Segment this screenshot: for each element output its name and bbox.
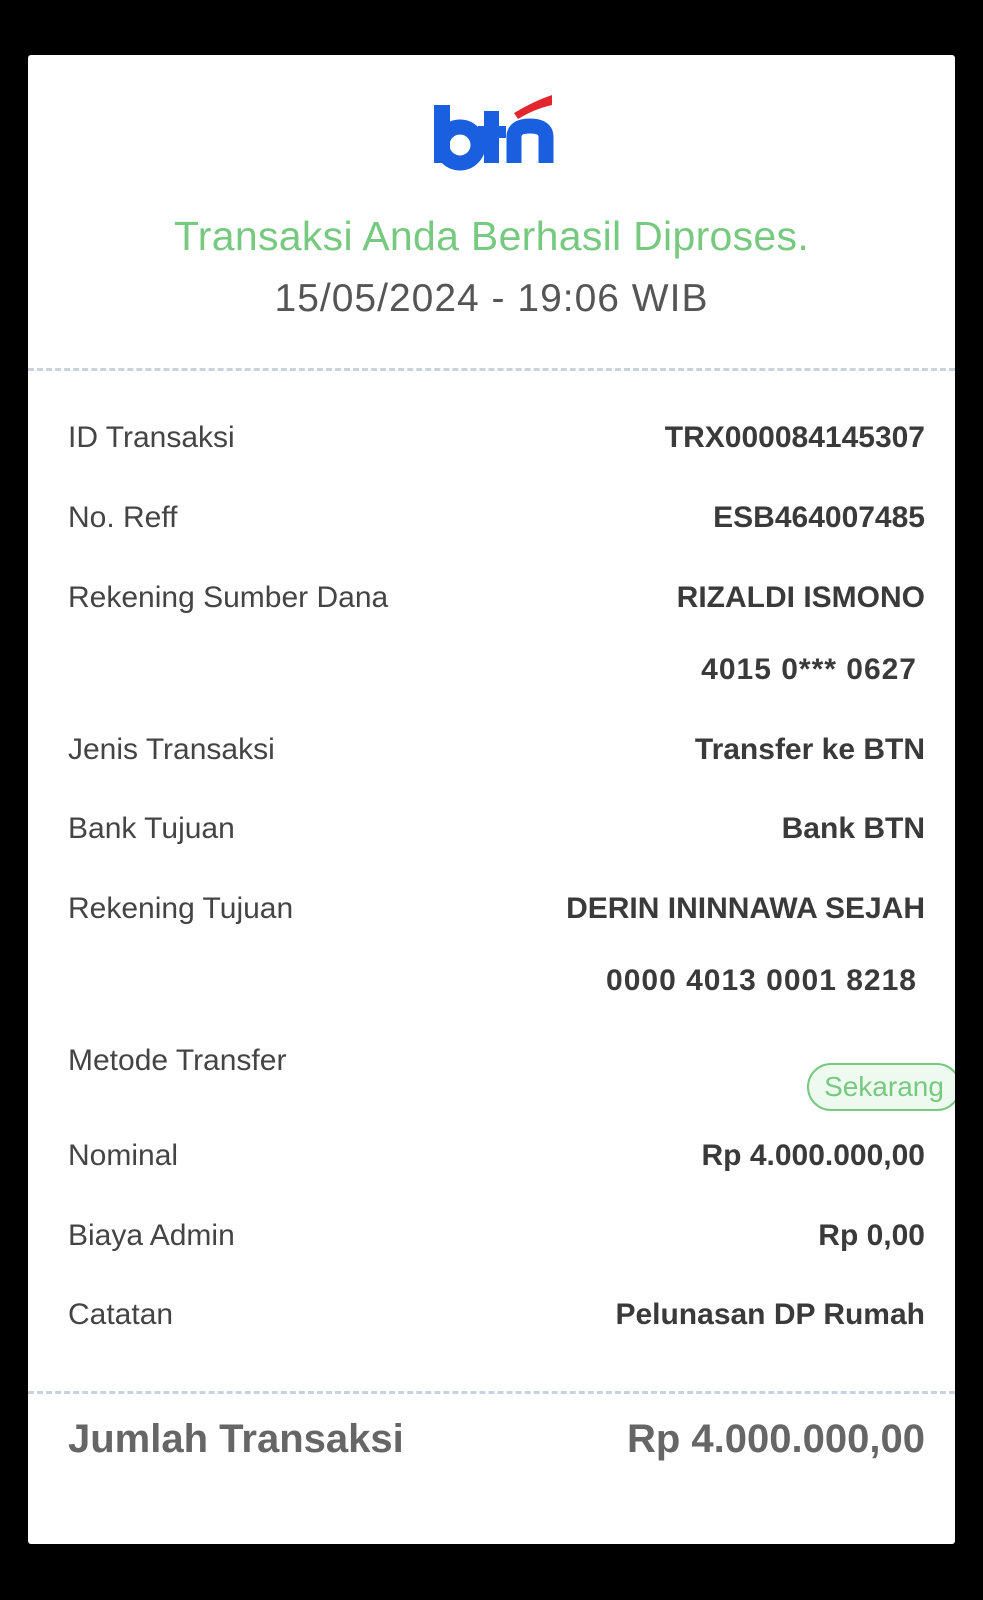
transaction-receipt: Transaksi Anda Berhasil Diproses. 15/05/… <box>28 55 955 1544</box>
value-rekening-sumber-number: 4015 0*** 0627 <box>701 653 917 686</box>
value-no-reff: ESB464007485 <box>713 501 925 534</box>
label-rekening-tujuan: Rekening Tujuan <box>68 892 294 925</box>
value-rekening-tujuan-name: DERIN ININNAWA SEJAH <box>566 892 925 925</box>
value-nominal: Rp 4.000.000,00 <box>701 1139 926 1172</box>
success-title: Transaksi Anda Berhasil Diproses. <box>173 213 810 259</box>
total-label: Jumlah Transaksi <box>68 1417 404 1461</box>
label-no-reff: No. Reff <box>68 501 178 534</box>
transaction-datetime: 15/05/2024 - 19:06 WIB <box>274 277 709 320</box>
value-jenis-transaksi: Transfer ke BTN <box>694 733 925 766</box>
metode-transfer-badge: Sekarang <box>807 1063 955 1111</box>
value-id-transaksi: TRX000084145307 <box>664 421 925 454</box>
label-id-transaksi: ID Transaksi <box>68 421 235 454</box>
label-nominal: Nominal <box>68 1139 179 1172</box>
value-rekening-tujuan-number: 0000 4013 0001 8218 <box>606 964 917 997</box>
label-jenis-transaksi: Jenis Transaksi <box>68 733 275 766</box>
label-catatan: Catatan <box>68 1298 174 1331</box>
label-biaya-admin: Biaya Admin <box>68 1219 235 1252</box>
label-rekening-sumber: Rekening Sumber Dana <box>68 581 389 614</box>
divider-bottom <box>28 1391 955 1394</box>
value-biaya-admin: Rp 0,00 <box>818 1219 925 1252</box>
divider-top <box>28 368 955 371</box>
value-catatan: Pelunasan DP Rumah <box>615 1298 925 1331</box>
label-metode-transfer: Metode Transfer <box>68 1044 287 1077</box>
value-rekening-sumber-name: RIZALDI ISMONO <box>676 581 925 614</box>
btn-logo <box>28 95 955 175</box>
label-bank-tujuan: Bank Tujuan <box>68 812 235 845</box>
value-bank-tujuan: Bank BTN <box>781 812 925 845</box>
total-value: Rp 4.000.000,00 <box>627 1417 925 1461</box>
